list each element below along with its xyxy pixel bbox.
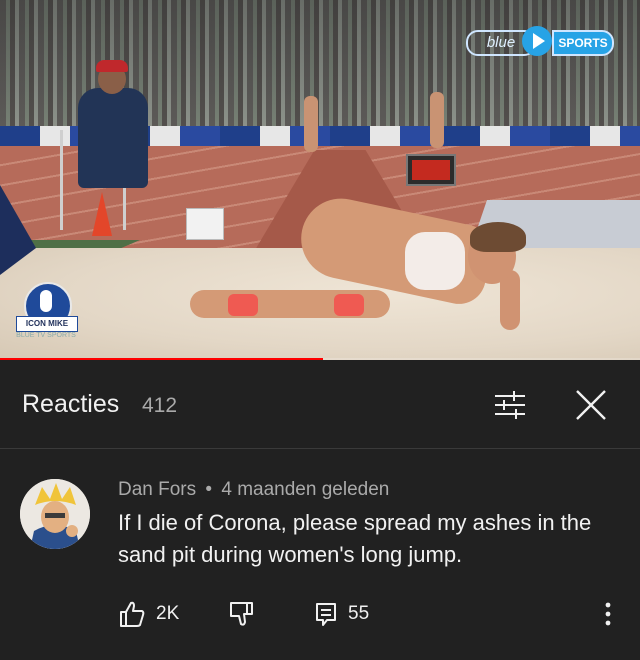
dislike-button[interactable] [228, 599, 256, 629]
comment-text: If I die of Corona, please spread my ash… [118, 510, 592, 567]
play-logo-icon [522, 26, 552, 56]
thumbs-down-icon [230, 602, 253, 626]
more-options-button[interactable] [596, 599, 620, 629]
watermark: ICON MIKE BLUE TV SPORTS [16, 282, 78, 346]
watermark-sub: BLUE TV SPORTS [16, 332, 76, 339]
comment-meta: Dan Fors • 4 maanden geleden [118, 479, 389, 501]
comment-age: 4 maanden geleden [221, 479, 390, 500]
comments-count: 412 [142, 394, 178, 417]
comments-title: Reacties [22, 390, 120, 418]
avatar-image [20, 479, 90, 549]
takeoff-board-sign [186, 208, 224, 240]
watermark-label: ICON MIKE [16, 316, 78, 332]
video-progress-fill [0, 358, 324, 360]
channel-logo: blue SPORTS [466, 26, 614, 56]
video-progress-bar[interactable] [0, 358, 640, 360]
close-button[interactable] [574, 388, 608, 422]
like-button[interactable]: 2K [118, 599, 179, 629]
reply-count: 55 [348, 603, 370, 624]
thumbs-up-icon [120, 601, 145, 627]
video-player[interactable]: blue SPORTS ICON MIKE BLUE TV SPORTS [0, 0, 640, 360]
sort-comments-button[interactable] [492, 388, 528, 422]
comment-item: Dan Fors • 4 maanden geleden If I die of… [0, 449, 640, 660]
more-vertical-icon [605, 602, 611, 626]
background-athlete [304, 96, 318, 152]
microphone-icon [40, 290, 52, 312]
channel-logo-sports: SPORTS [552, 30, 614, 56]
comments-header: Reacties 412 [0, 362, 640, 449]
sliders-icon [495, 391, 525, 419]
like-count: 2K [156, 603, 180, 624]
reply-button[interactable]: 55 [314, 599, 369, 629]
close-icon [576, 390, 606, 420]
avatar[interactable] [20, 479, 90, 549]
official [78, 88, 148, 188]
comment-author[interactable]: Dan Fors [118, 479, 196, 500]
reply-icon [316, 603, 336, 626]
scoreboard [406, 154, 456, 186]
background-athlete [430, 92, 444, 148]
separator-dot: • [205, 479, 213, 500]
